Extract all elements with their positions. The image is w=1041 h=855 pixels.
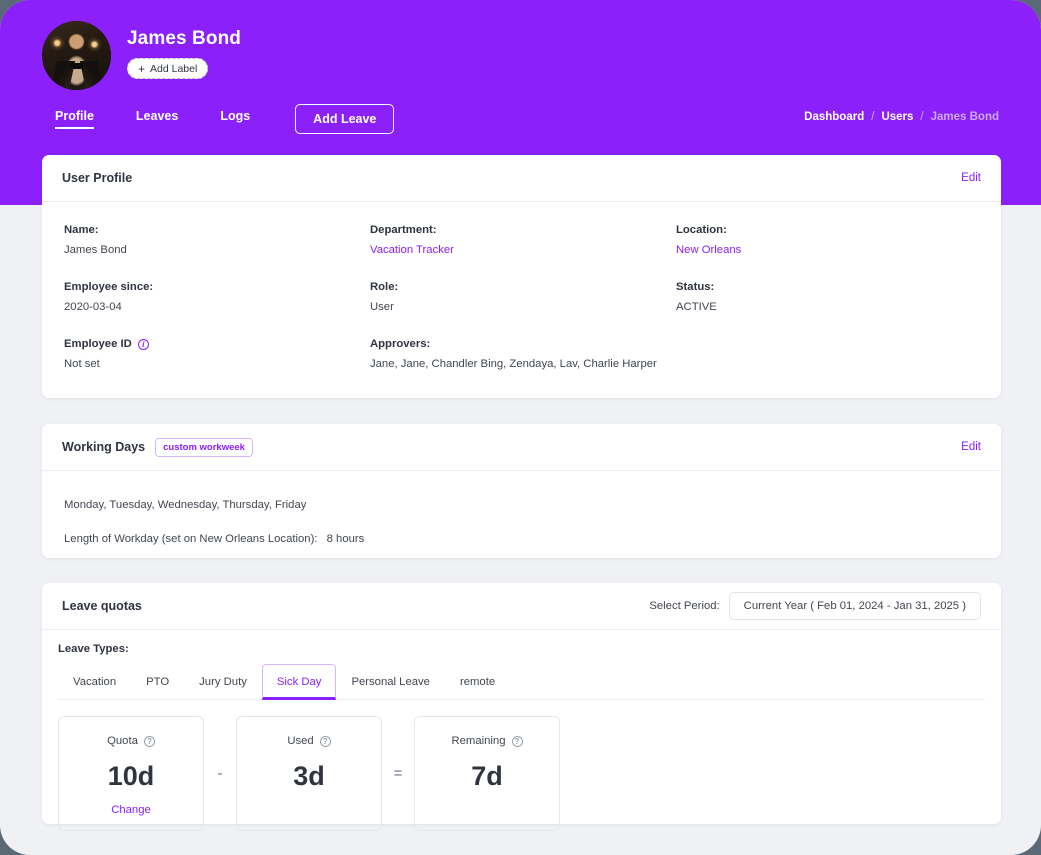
leave-type-tab-jury-duty[interactable]: Jury Duty [184, 664, 262, 700]
used-label: Used [287, 735, 314, 747]
tab-leaves[interactable]: Leaves [136, 109, 178, 129]
edit-working-days-link[interactable]: Edit [961, 441, 981, 453]
leave-quotas-card-header: Leave quotas Select Period: Current Year… [42, 583, 1001, 630]
workday-length-value: 8 hours [326, 533, 365, 545]
status-badge: ACTIVE [676, 301, 717, 313]
location-label: Location: [676, 224, 727, 236]
status-label: Status: [676, 281, 715, 293]
approvers-value: Jane, Jane, Chandler Bing, Zendaya, Lav,… [370, 358, 657, 370]
select-period-dropdown[interactable]: Current Year ( Feb 01, 2024 - Jan 31, 20… [728, 592, 981, 620]
add-leave-button[interactable]: Add Leave [295, 104, 395, 134]
employee-since-value: 2020-03-04 [64, 301, 122, 313]
leave-type-tab-sick-day[interactable]: Sick Day [261, 664, 337, 700]
header-nav: Profile Leaves Logs Add Leave [55, 104, 395, 134]
app-window: James Bond + Add Label Profile Leaves Lo… [0, 0, 1041, 855]
approvers-label: Approvers: [370, 338, 431, 350]
leave-quotas-title: Leave quotas [62, 599, 142, 613]
leave-quotas-card: Leave quotas Select Period: Current Year… [42, 583, 1001, 831]
quota-box-header: Quota ? [107, 735, 155, 747]
name-value: James Bond [64, 244, 127, 256]
employee-id-label: Employee ID i [64, 338, 370, 350]
leave-type-tab-pto[interactable]: PTO [131, 664, 184, 700]
role-label: Role: [370, 281, 399, 293]
workday-length-row: Length of Workday (set on New Orleans Lo… [64, 533, 979, 545]
add-label-button[interactable]: + Add Label [127, 58, 209, 79]
profile-row-1: Name: James Bond Department: Vacation Tr… [64, 224, 979, 256]
breadcrumb: Dashboard / Users / James Bond [804, 111, 999, 123]
profile-field-department: Department: Vacation Tracker [370, 224, 676, 256]
working-days-body: Monday, Tuesday, Wednesday, Thursday, Fr… [42, 471, 1001, 545]
profile-field-location: Location: New Orleans [676, 224, 979, 256]
profile-field-employee-since: Employee since: 2020-03-04 [64, 281, 370, 313]
quota-box: Quota ? 10d Change [58, 716, 204, 831]
page-title: James Bond [127, 28, 241, 49]
working-days-list: Monday, Tuesday, Wednesday, Thursday, Fr… [64, 499, 307, 511]
working-days-card: Working Days custom workweek Edit Monday… [42, 424, 1001, 558]
remaining-label: Remaining [451, 735, 506, 747]
avatar-detail-bowtie [70, 63, 83, 69]
profile-row-3: Employee ID i Not set Approvers: Jane, J… [64, 338, 979, 370]
department-value[interactable]: Vacation Tracker [370, 244, 676, 256]
user-profile-body: Name: James Bond Department: Vacation Tr… [42, 202, 1001, 370]
employee-id-value: Not set [64, 358, 100, 370]
select-period-label: Select Period: [649, 600, 720, 612]
profile-field-role: Role: User [370, 281, 676, 313]
help-icon[interactable]: ? [319, 735, 331, 747]
workday-length-label: Length of Workday (set on New Orleans Lo… [64, 533, 318, 545]
used-value: 3d [293, 761, 325, 791]
avatar [42, 21, 111, 90]
profile-field-name: Name: James Bond [64, 224, 370, 256]
employee-id-label-text: Employee ID [64, 338, 132, 350]
minus-operator: - [217, 765, 223, 782]
leave-type-tabs: Vacation PTO Jury Duty Sick Day Personal… [58, 664, 985, 700]
breadcrumb-item-current: James Bond [930, 111, 999, 123]
quota-boxes: Quota ? 10d Change - Used ? 3d = Remaini… [58, 716, 1001, 831]
used-box-header: Used ? [287, 735, 331, 747]
remaining-value: 7d [471, 761, 503, 791]
breadcrumb-item-users[interactable]: Users [881, 111, 913, 123]
tab-logs[interactable]: Logs [220, 109, 250, 129]
remaining-box: Remaining ? 7d [414, 716, 560, 831]
remaining-box-header: Remaining ? [451, 735, 523, 747]
quota-label: Quota [107, 735, 138, 747]
profile-field-approvers: Approvers: Jane, Jane, Chandler Bing, Ze… [370, 338, 979, 370]
location-value[interactable]: New Orleans [676, 244, 979, 256]
plus-icon: + [138, 61, 146, 76]
profile-row-2: Employee since: 2020-03-04 Role: User St… [64, 281, 979, 313]
user-profile-title: User Profile [62, 171, 133, 185]
custom-workweek-badge: custom workweek [155, 437, 253, 457]
employee-since-label: Employee since: [64, 281, 154, 293]
quota-value: 10d [107, 761, 155, 791]
name-label: Name: [64, 224, 99, 236]
leave-types-label: Leave Types: [58, 643, 129, 655]
leave-type-tab-remote[interactable]: remote [445, 664, 510, 700]
user-profile-card: User Profile Edit Name: James Bond Depar… [42, 155, 1001, 398]
department-label: Department: [370, 224, 437, 236]
tab-profile[interactable]: Profile [55, 109, 94, 129]
breadcrumb-separator: / [920, 111, 924, 123]
equals-operator: = [393, 765, 403, 782]
working-days-card-header: Working Days custom workweek Edit [42, 424, 1001, 471]
edit-profile-link[interactable]: Edit [961, 172, 981, 184]
role-value: User [370, 301, 394, 313]
add-label-text: Add Label [150, 62, 198, 75]
breadcrumb-separator: / [871, 111, 875, 123]
help-icon[interactable]: ? [511, 735, 523, 747]
working-days-title: Working Days [62, 440, 146, 454]
used-box: Used ? 3d [236, 716, 382, 831]
info-icon[interactable]: i [137, 338, 149, 350]
breadcrumb-item-dashboard[interactable]: Dashboard [804, 111, 864, 123]
help-icon[interactable]: ? [143, 735, 155, 747]
select-period-group: Select Period: Current Year ( Feb 01, 20… [649, 592, 981, 620]
leave-type-tab-vacation[interactable]: Vacation [58, 664, 131, 700]
profile-field-status: Status: ACTIVE [676, 281, 979, 313]
change-quota-link[interactable]: Change [111, 804, 151, 816]
leave-type-tab-personal-leave[interactable]: Personal Leave [336, 664, 445, 700]
user-profile-card-header: User Profile Edit [42, 155, 1001, 202]
profile-field-employee-id: Employee ID i Not set [64, 338, 370, 370]
